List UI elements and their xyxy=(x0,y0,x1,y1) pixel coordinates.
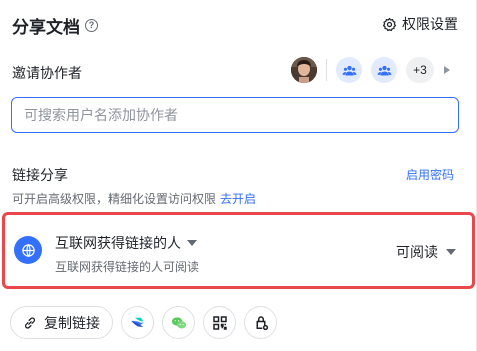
gear-icon xyxy=(382,17,397,31)
copy-link-button[interactable]: 复制链接 xyxy=(10,306,113,339)
enable-password-link[interactable]: 启用密码 xyxy=(406,166,454,183)
link-scope-dropdown[interactable]: 互联网获得链接的人 xyxy=(55,233,197,253)
invite-label: 邀请协作者 xyxy=(12,65,82,81)
more-collaborators-count[interactable]: +3 xyxy=(406,57,434,83)
secure-share-button[interactable] xyxy=(244,306,277,339)
link-scope-label: 互联网获得链接的人 xyxy=(55,235,181,251)
search-input[interactable] xyxy=(11,97,459,133)
share-to-feishu-button[interactable] xyxy=(121,306,154,339)
share-to-wechat-button[interactable] xyxy=(162,306,195,339)
lock-share-icon xyxy=(256,315,268,330)
go-enable-link[interactable]: 去开启 xyxy=(220,192,256,206)
avatar-photo-icon xyxy=(291,57,317,83)
feishu-icon xyxy=(130,317,144,327)
globe-badge xyxy=(14,236,42,264)
chevron-right-icon[interactable] xyxy=(444,66,450,74)
permission-settings-button[interactable]: 权限设置 xyxy=(382,14,458,34)
qrcode-icon xyxy=(212,315,227,330)
permission-settings-label: 权限设置 xyxy=(402,16,458,32)
group-avatar-1[interactable] xyxy=(336,57,362,83)
qrcode-button[interactable] xyxy=(203,306,236,339)
share-panel: 分享文档 ? 权限设置 邀请协作者 +3 可搜索用户名添加协作者 链接分享 启用… xyxy=(0,0,477,351)
help-icon[interactable]: ? xyxy=(85,19,98,32)
page-title: 分享文档 ? xyxy=(12,13,98,38)
globe-icon xyxy=(21,243,35,257)
group-avatar-2[interactable] xyxy=(371,57,397,83)
link-share-description: 可开启高级权限，精细化设置访问权限 去开启 xyxy=(12,190,256,207)
collaborator-avatars: +3 xyxy=(291,57,450,83)
caret-down-icon xyxy=(187,240,197,246)
link-share-description-text: 可开启高级权限，精细化设置访问权限 xyxy=(12,192,217,206)
link-icon xyxy=(25,316,35,329)
group-icon xyxy=(377,65,391,75)
copy-link-label: 复制链接 xyxy=(44,314,100,331)
group-icon xyxy=(342,65,356,75)
share-actions: 复制链接 xyxy=(10,306,277,339)
link-permission-label: 可阅读 xyxy=(396,244,438,260)
wechat-icon xyxy=(171,316,186,328)
link-scope-description: 互联网获得链接的人可阅读 xyxy=(55,260,200,274)
link-share-title: 链接分享 xyxy=(12,167,68,183)
divider xyxy=(326,59,327,81)
page-title-text: 分享文档 xyxy=(12,18,80,37)
link-permission-select[interactable]: 可阅读 xyxy=(396,242,456,262)
caret-down-icon xyxy=(446,249,456,255)
avatar[interactable] xyxy=(291,57,317,83)
link-scope-card: 互联网获得链接的人 互联网获得链接的人可阅读 可阅读 xyxy=(2,212,475,289)
